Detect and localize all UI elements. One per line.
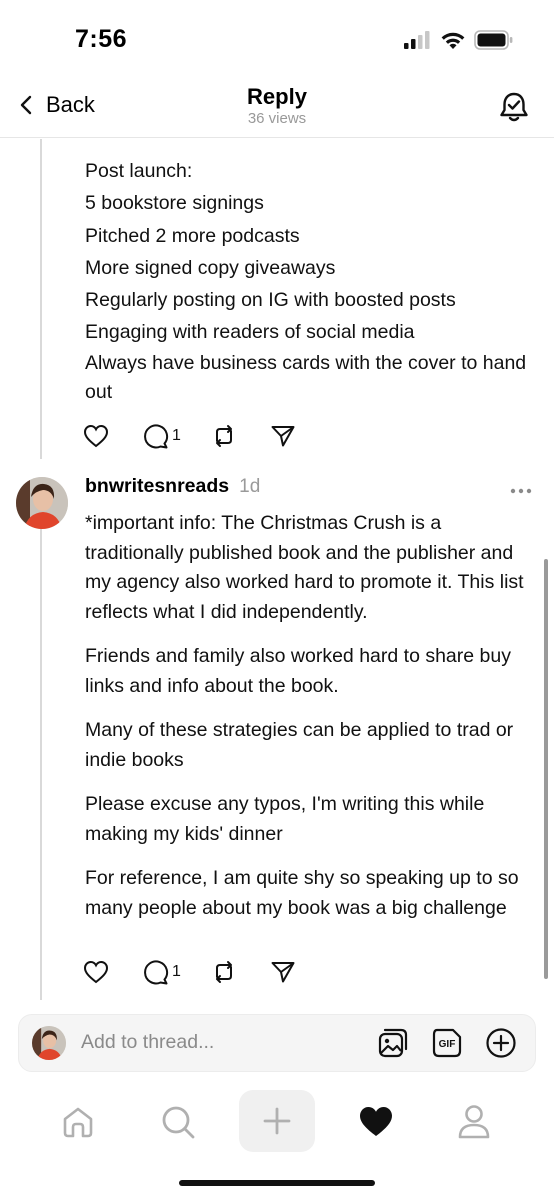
composer-avatar xyxy=(32,1026,66,1060)
header: Back Reply 36 views xyxy=(0,78,554,138)
add-image-button[interactable] xyxy=(377,1027,409,1064)
status-bar: 7:56 xyxy=(0,0,554,78)
tab-profile[interactable] xyxy=(454,1102,494,1142)
post-text-line: 5 bookstore signings xyxy=(85,192,264,215)
home-icon xyxy=(63,1107,93,1138)
post-paragraph: For reference, I am quite shy so speakin… xyxy=(85,867,519,919)
tab-search[interactable] xyxy=(158,1102,198,1142)
status-icons xyxy=(404,30,514,50)
thread-line xyxy=(40,139,42,459)
post-text-line: Engaging with readers of social media xyxy=(85,321,415,344)
share-button[interactable] xyxy=(270,960,296,984)
username[interactable]: bnwritesnreads xyxy=(85,475,229,498)
post-text-line: Always have business cards with the cove… xyxy=(85,351,527,403)
comment-icon xyxy=(144,959,169,984)
timestamp: 1d xyxy=(239,476,261,497)
post-text-line: Pitched 2 more podcasts xyxy=(85,224,300,247)
add-gif-button[interactable]: GIF xyxy=(431,1027,463,1064)
tab-activity[interactable] xyxy=(356,1102,396,1142)
post-2-actions: 1 xyxy=(83,957,296,987)
heart-icon xyxy=(83,424,109,448)
notification-button[interactable] xyxy=(498,90,530,129)
like-button[interactable] xyxy=(83,960,109,984)
thread-feed[interactable]: Post launch: 5 bookstore signings Pitche… xyxy=(0,139,554,1000)
heart-filled-icon xyxy=(360,1107,392,1136)
repost-icon xyxy=(215,961,232,983)
gif-icon: GIF xyxy=(432,1028,462,1058)
like-button[interactable] xyxy=(83,424,109,448)
post-2-text: *important info: The Christmas Crush is … xyxy=(85,509,540,938)
add-button[interactable] xyxy=(485,1027,517,1064)
more-icon xyxy=(510,488,532,494)
post-text-line: More signed copy giveaways xyxy=(85,256,336,279)
comment-button[interactable]: 1 xyxy=(143,423,181,449)
reply-count: 1 xyxy=(172,427,181,444)
comment-icon xyxy=(144,423,169,448)
share-icon xyxy=(271,426,295,447)
tab-home[interactable] xyxy=(58,1102,98,1142)
plus-icon xyxy=(263,1107,291,1135)
share-button[interactable] xyxy=(270,424,296,448)
wifi-icon xyxy=(441,32,465,49)
thread-line xyxy=(40,529,42,1000)
composer-input[interactable]: Add to thread... xyxy=(81,1031,214,1054)
svg-text:GIF: GIF xyxy=(439,1039,456,1050)
tab-bar xyxy=(0,1090,554,1160)
composer-actions: GIF xyxy=(377,1027,517,1064)
home-indicator[interactable] xyxy=(179,1180,375,1186)
tab-create[interactable] xyxy=(239,1090,315,1152)
page-title: Reply xyxy=(247,84,307,109)
repost-button[interactable] xyxy=(211,424,237,448)
profile-icon xyxy=(458,1105,490,1139)
thread-composer[interactable]: Add to thread... GIF xyxy=(18,1014,536,1072)
comment-button[interactable]: 1 xyxy=(143,959,181,985)
search-icon xyxy=(162,1106,195,1139)
repost-button[interactable] xyxy=(211,960,237,984)
post-paragraph: *important info: The Christmas Crush is … xyxy=(85,512,524,623)
post-text-line: Post launch: xyxy=(85,160,193,182)
share-icon xyxy=(271,962,295,983)
repost-icon xyxy=(215,425,232,447)
post-paragraph: Many of these strategies can be applied … xyxy=(85,719,514,771)
post-paragraph: Friends and family also worked hard to s… xyxy=(85,645,511,697)
reply-count: 1 xyxy=(172,963,181,980)
post-2-header: bnwritesnreads 1d xyxy=(85,475,260,498)
post-text-line: Regularly posting on IG with boosted pos… xyxy=(85,289,456,312)
status-time: 7:56 xyxy=(75,25,128,53)
avatar[interactable] xyxy=(16,477,68,529)
signal-icon xyxy=(404,31,430,49)
post-1-text: Post launch: 5 bookstore signings Pitche… xyxy=(85,155,535,407)
heart-icon xyxy=(83,960,109,984)
views-count: 36 views xyxy=(247,110,307,127)
post-1-actions: 1 xyxy=(83,421,296,451)
plus-circle-icon xyxy=(486,1028,516,1058)
more-options-button[interactable] xyxy=(510,481,532,499)
scrollbar[interactable] xyxy=(544,559,548,979)
battery-icon xyxy=(474,30,513,50)
header-title-block: Reply 36 views xyxy=(0,84,554,128)
image-icon xyxy=(378,1028,408,1058)
bell-check-icon xyxy=(500,92,528,122)
post-paragraph: Please excuse any typos, I'm writing thi… xyxy=(85,793,485,845)
